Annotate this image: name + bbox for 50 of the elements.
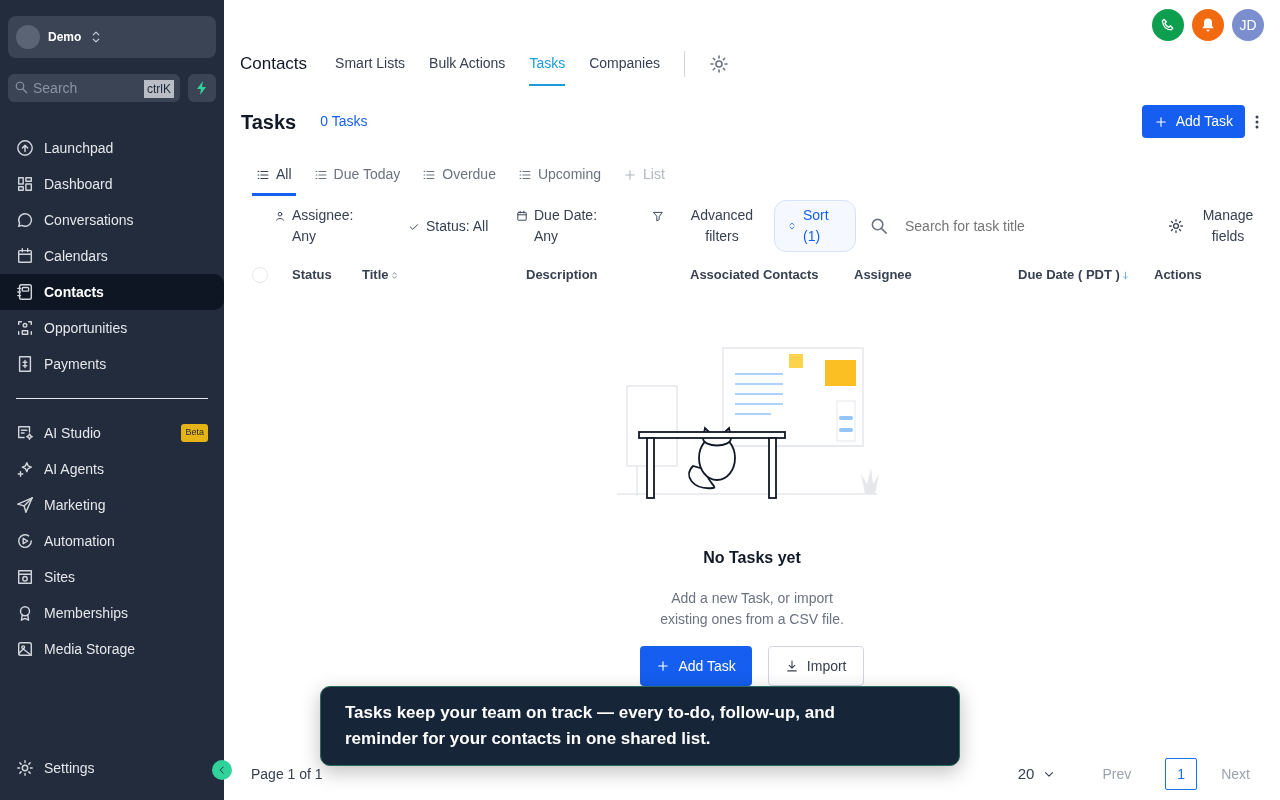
page-button[interactable]: 1: [1165, 758, 1198, 790]
sidebar-item[interactable]: Opportunities: [0, 310, 224, 346]
beta-badge: Beta: [181, 424, 208, 442]
sidebar-item[interactable]: Memberships: [0, 595, 224, 631]
sidebar-item[interactable]: Marketing: [0, 487, 224, 523]
sidebar-item[interactable]: Settings: [0, 750, 200, 786]
sidebar-item[interactable]: AI Agents: [0, 451, 224, 487]
nav-tab[interactable]: Companies: [589, 42, 660, 86]
page-section-title: Contacts: [240, 53, 308, 76]
view-tab[interactable]: Overdue: [418, 158, 500, 196]
column-header: Due Date ( PDT ): [1018, 266, 1120, 285]
sidebar-item[interactable]: Payments: [0, 346, 224, 382]
nav-tab[interactable]: Smart Lists: [335, 42, 406, 86]
view-tab[interactable]: All: [252, 158, 296, 196]
tooltip: Tasks keep your team on track — every to-do, follow-up, and reminder for your contacts in one shared list.: [320, 686, 960, 766]
page-title: Tasks: [241, 109, 297, 135]
shortcut-hint: ctrlK: [144, 80, 174, 98]
sidebar-item[interactable]: Conversations: [0, 202, 224, 238]
sidebar-item[interactable]: Dashboard: [0, 166, 224, 202]
view-tab[interactable]: Due Today: [309, 158, 405, 196]
column-header: Description: [526, 266, 598, 285]
column-header: Title: [362, 266, 389, 285]
empty-state-description: Add a new Task, or import existing ones from a CSV file.: [659, 589, 845, 629]
add-task-button[interactable]: Add Task: [640, 646, 752, 686]
account-switcher[interactable]: Demo: [8, 16, 216, 58]
nav-tab[interactable]: Bulk Actions: [429, 42, 506, 86]
column-header: Associated Contacts: [690, 266, 819, 285]
sidebar-item[interactable]: Calendars: [0, 238, 224, 274]
column-header: Status: [292, 266, 332, 285]
filter-button[interactable]: Assignee: Any: [268, 204, 402, 248]
sort-button[interactable]: Sort (1): [774, 200, 856, 252]
filter-button[interactable]: Advanced filters: [646, 204, 774, 248]
page-size-select[interactable]: 20: [1011, 761, 1063, 787]
sidebar-item[interactable]: Automation: [0, 523, 224, 559]
filter-button[interactable]: Status: All: [402, 214, 510, 238]
add-task-button[interactable]: Add Task: [1141, 105, 1245, 138]
column-header: Actions: [1154, 266, 1202, 285]
page-indicator: Page 1 of 1: [251, 764, 323, 784]
manage-fields-button[interactable]: Manage fields: [1162, 204, 1264, 248]
import-button[interactable]: Import: [767, 646, 864, 686]
sidebar-item[interactable]: Sites: [0, 559, 224, 595]
task-count: 0 Tasks: [320, 112, 368, 131]
sidebar-item[interactable]: AI Studio Beta: [0, 415, 224, 451]
sidebar-item[interactable]: Launchpad: [0, 130, 224, 166]
view-tab[interactable]: Upcoming: [513, 158, 605, 196]
sidebar-item[interactable]: Media Storage: [0, 631, 224, 667]
column-header: Assignee: [854, 266, 912, 285]
filter-button[interactable]: Due Date: Any: [510, 204, 646, 248]
empty-state-title: No Tasks yet: [703, 548, 801, 568]
sidebar-item[interactable]: Contacts: [0, 274, 224, 310]
